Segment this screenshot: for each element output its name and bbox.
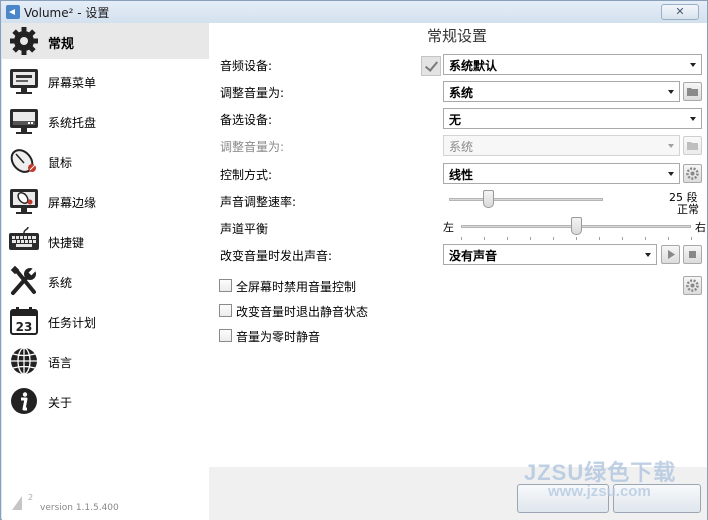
sidebar-item-screen-edge[interactable]: 屏幕边缘: [2, 183, 209, 219]
page-title: 常规设置: [427, 27, 488, 45]
sidebar-item-about[interactable]: 关于: [2, 383, 209, 419]
audio-device-label: 音频设备:: [220, 59, 273, 73]
folder-icon: [687, 88, 698, 96]
volume-speed-track[interactable]: [449, 198, 603, 201]
balance-tick: [553, 237, 554, 240]
volume-speed-label: 声音调整速率:: [220, 195, 297, 209]
adjust-volume-folder-button[interactable]: [683, 82, 702, 101]
sidebar: 常规 屏幕菜单 系统托盘 鼠标 屏幕边缘 快捷键 系统 23 任务计划 语言 关…: [2, 23, 209, 520]
adjust-volume-label: 调整音量为:: [220, 86, 285, 100]
adjust-volume-select[interactable]: 系统: [443, 81, 680, 102]
title-bar[interactable]: Volume² - 设置 ✕: [1, 1, 707, 23]
checkbox-label: 音量为零时静音: [236, 330, 321, 344]
balance-ticks: [461, 237, 692, 241]
gear-icon: [686, 279, 699, 292]
sidebar-item-label: 任务计划: [48, 316, 97, 330]
sidebar-item-schedule[interactable]: 23 任务计划: [2, 303, 209, 339]
folder-icon: [687, 142, 698, 150]
audio-device-check-icon[interactable]: [421, 56, 441, 76]
balance-tick: [461, 237, 462, 240]
sidebar-item-label: 语言: [48, 356, 73, 370]
checkbox[interactable]: [219, 329, 232, 342]
control-mode-settings-button[interactable]: [683, 164, 702, 183]
checkbox[interactable]: [219, 304, 232, 317]
sidebar-item-label: 关于: [48, 396, 73, 410]
balance-tick: [668, 237, 669, 240]
sidebar-item-label: 系统: [48, 276, 73, 290]
keyboard-icon: [9, 226, 39, 250]
audio-device-select[interactable]: 系统默认: [443, 54, 702, 75]
sidebar-item-label: 系统托盘: [48, 116, 97, 130]
watermark-url: www.jzsu.com: [548, 483, 651, 500]
sidebar-item-general[interactable]: 常规: [2, 23, 209, 59]
play-sound-button[interactable]: [661, 245, 680, 264]
system-tray-icon: [10, 109, 38, 134]
stop-sound-button[interactable]: [683, 245, 702, 264]
monitor-menu-icon: [10, 69, 38, 94]
sidebar-item-mouse[interactable]: 鼠标: [2, 143, 209, 179]
backup-device-label: 备选设备:: [220, 113, 273, 127]
settings-window: Volume² - 设置 ✕ 常规 屏幕菜单 系统托盘 鼠标 屏幕边缘 快捷键 …: [0, 0, 708, 520]
balance-tick: [530, 237, 531, 240]
fullscreen-settings-button[interactable]: [683, 276, 702, 295]
balance-thumb[interactable]: [571, 217, 582, 235]
balance-right-text: 右: [695, 221, 706, 234]
calendar-icon: 23: [10, 307, 38, 335]
sidebar-item-system-tray[interactable]: 系统托盘: [2, 103, 209, 139]
stop-icon: [689, 251, 696, 258]
backup-adjust-volume-folder-button[interactable]: [683, 136, 702, 155]
sidebar-item-system[interactable]: 系统: [2, 263, 209, 299]
balance-label: 声道平衡: [220, 222, 269, 236]
control-mode-label: 控制方式:: [220, 168, 273, 182]
sidebar-item-hotkeys[interactable]: 快捷键: [2, 223, 209, 259]
balance-tick: [484, 237, 485, 240]
sidebar-item-label: 快捷键: [48, 236, 85, 250]
sidebar-item-label: 屏幕菜单: [48, 76, 97, 90]
volume-speed-thumb[interactable]: [482, 190, 494, 208]
app-volume-icon: [6, 5, 20, 19]
checkbox-label: 改变音量时退出静音状态: [236, 305, 369, 319]
change-sound-label: 改变音量时发出声音:: [220, 249, 333, 263]
wrench-screwdriver-icon: [10, 266, 36, 295]
version-logo-icon: [12, 496, 22, 510]
sidebar-item-screen-menu[interactable]: 屏幕菜单: [2, 63, 209, 99]
sidebar-item-language[interactable]: 语言: [2, 343, 209, 379]
mouse-icon: [10, 149, 36, 173]
balance-left-text: 左: [443, 221, 454, 234]
backup-adjust-volume-label: 调整音量为:: [220, 140, 285, 154]
screen-edge-icon: [10, 189, 38, 214]
version-text: version 1.1.5.400: [40, 503, 119, 513]
balance-tick: [645, 237, 646, 240]
checkbox[interactable]: [219, 279, 232, 292]
general-settings-panel: 常规设置 音频设备: 系统默认 调整音量为: 系统 备选设备: 无 调整音量为:…: [209, 23, 707, 520]
version-mark: 2: [28, 493, 34, 502]
backup-adjust-volume-select[interactable]: 系统: [443, 135, 680, 156]
calendar-day: 23: [16, 320, 33, 334]
sidebar-item-label: 常规: [48, 37, 75, 52]
balance-center-text: 正常: [677, 203, 699, 216]
balance-tick: [599, 237, 600, 240]
checkbox-label: 全屏幕时禁用音量控制: [236, 280, 357, 294]
balance-tick: [691, 237, 692, 240]
control-mode-select[interactable]: 线性: [443, 163, 680, 184]
close-button[interactable]: ✕: [661, 4, 699, 20]
window-title: Volume² - 设置: [24, 6, 110, 20]
globe-icon: [11, 347, 37, 375]
backup-device-select[interactable]: 无: [443, 108, 702, 129]
balance-tick: [507, 237, 508, 240]
gear-icon: [686, 167, 699, 180]
info-icon: [11, 388, 37, 414]
gear-icon: [10, 27, 38, 55]
balance-tick: [622, 237, 623, 240]
sidebar-item-label: 鼠标: [48, 156, 73, 170]
change-sound-select[interactable]: 没有声音: [443, 244, 657, 265]
sidebar-item-label: 屏幕边缘: [48, 196, 97, 210]
balance-tick: [576, 237, 577, 240]
play-icon: [668, 250, 675, 259]
